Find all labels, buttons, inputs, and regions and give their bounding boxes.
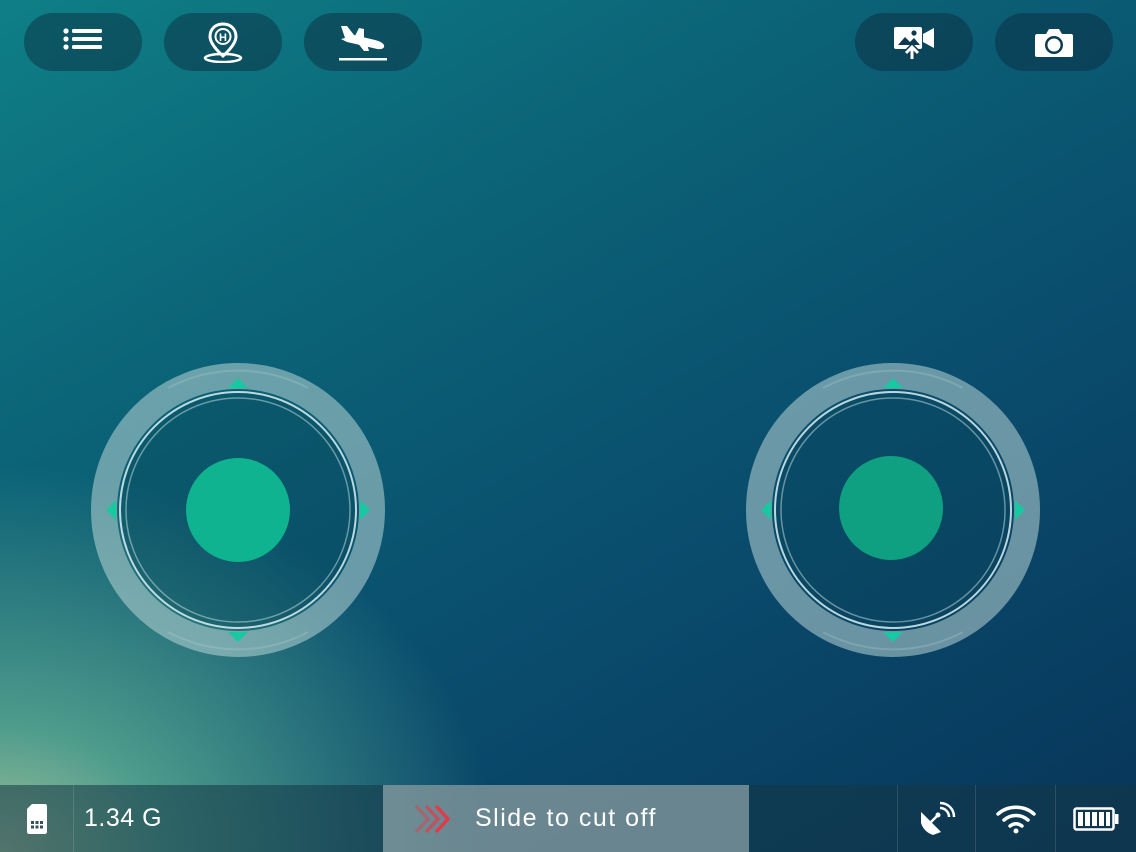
video-gallery-icon <box>894 27 934 59</box>
landing-plane-icon <box>339 26 387 61</box>
camera-icon <box>1035 29 1073 57</box>
menu-button[interactable] <box>24 13 142 71</box>
battery-icon <box>1073 806 1119 831</box>
left-joystick[interactable] <box>88 360 388 660</box>
wifi-cell <box>975 785 1055 852</box>
camera-button[interactable] <box>995 13 1113 71</box>
storage-remaining: 1.34 G <box>84 804 163 832</box>
svg-text:H: H <box>219 32 227 44</box>
wifi-icon <box>995 805 1036 833</box>
joystick-knob[interactable] <box>839 456 943 560</box>
home-location-icon: H <box>203 22 243 63</box>
media-gallery-button[interactable] <box>855 13 973 71</box>
satellite-cell <box>897 785 975 852</box>
sd-card-cell <box>0 785 74 852</box>
joystick-knob[interactable] <box>186 458 290 562</box>
home-point-button[interactable]: H <box>164 13 282 71</box>
battery-cell <box>1055 785 1136 852</box>
right-joystick[interactable] <box>743 360 1043 660</box>
drone-control-screen: H 1.34 G Slide to cut off <box>0 0 1136 852</box>
land-button[interactable] <box>304 13 422 71</box>
satellite-icon <box>920 801 955 835</box>
slide-label: Slide to cut off <box>475 804 657 832</box>
sd-card-icon <box>26 803 47 834</box>
list-icon <box>63 28 102 50</box>
bottom-status-bar: 1.34 G Slide to cut off <box>0 785 1136 852</box>
slide-to-cut-off-slider[interactable]: Slide to cut off <box>383 785 749 852</box>
